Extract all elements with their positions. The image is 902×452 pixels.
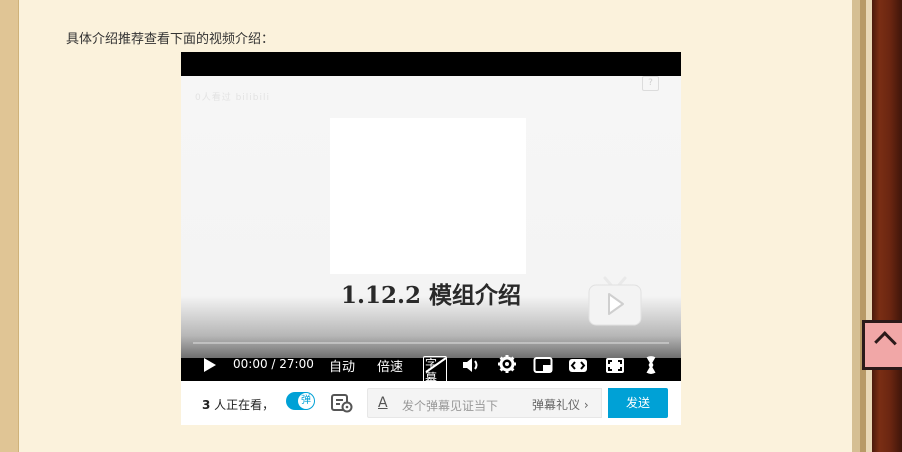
widescreen-icon[interactable] <box>568 355 588 375</box>
subtitle-off-icon <box>425 357 447 373</box>
play-icon[interactable] <box>201 356 218 374</box>
video-player[interactable]: 0人看过 bilibili ? 1.12.2 模组介绍 00:00 / 27:0… <box>181 52 681 425</box>
subtitle-button[interactable]: 字幕 <box>423 355 447 381</box>
video-area[interactable]: 0人看过 bilibili ? 1.12.2 模组介绍 00:00 / 27:0… <box>181 52 681 381</box>
picture-in-picture-icon[interactable] <box>533 355 553 375</box>
left-page-border <box>0 0 19 452</box>
danmaku-toggle-knob: 弹 <box>298 393 314 409</box>
gear-icon[interactable] <box>497 354 517 374</box>
speed-button[interactable]: 倍速 <box>377 356 403 375</box>
tv-play-icon[interactable] <box>587 276 643 326</box>
time-separator: / <box>267 357 280 371</box>
bilibili-watermark: 0人看过 bilibili <box>195 93 271 103</box>
radiation-icon[interactable] <box>640 354 662 376</box>
fullscreen-icon[interactable] <box>605 355 625 375</box>
danmaku-toggle[interactable]: 弹 <box>286 392 315 410</box>
danmaku-etiquette-link[interactable]: 弹幕礼仪 › <box>532 396 589 413</box>
quality-button[interactable]: 自动 <box>329 356 355 375</box>
time-display: 00:00 / 27:00 <box>233 357 314 371</box>
intro-text: 具体介绍推荐查看下面的视频介绍： <box>66 32 275 47</box>
danmaku-placeholder: 发个弹幕见证当下 <box>402 399 499 413</box>
progress-bar[interactable] <box>193 342 669 344</box>
current-time: 00:00 <box>233 357 268 371</box>
control-bar: 00:00 / 27:00 自动 倍速 字幕 <box>181 349 681 381</box>
viewer-count: 3 人正在看， <box>202 396 274 413</box>
video-frame-white <box>330 118 526 274</box>
video-screen[interactable]: 0人看过 bilibili ? 1.12.2 模组介绍 <box>181 76 681 358</box>
danmaku-settings-icon[interactable] <box>331 393 353 413</box>
viewer-suffix: 人正在看， <box>210 398 275 412</box>
feedback-icon[interactable]: ? <box>642 76 659 91</box>
danmaku-input[interactable]: A 发个弹幕见证当下 弹幕礼仪 › <box>367 388 602 418</box>
duration: 27:00 <box>279 357 314 371</box>
back-to-top-mascot[interactable] <box>862 320 902 370</box>
right-border-strip <box>852 0 860 452</box>
send-button[interactable]: 发送 <box>608 388 668 418</box>
volume-icon[interactable] <box>461 355 481 375</box>
danmaku-bar: 3 人正在看， 弹 A 发个弹幕见证当下 弹幕礼仪 › 发送 <box>181 381 681 425</box>
wood-frame <box>872 0 902 452</box>
danmaku-style-icon[interactable]: A <box>378 395 388 411</box>
